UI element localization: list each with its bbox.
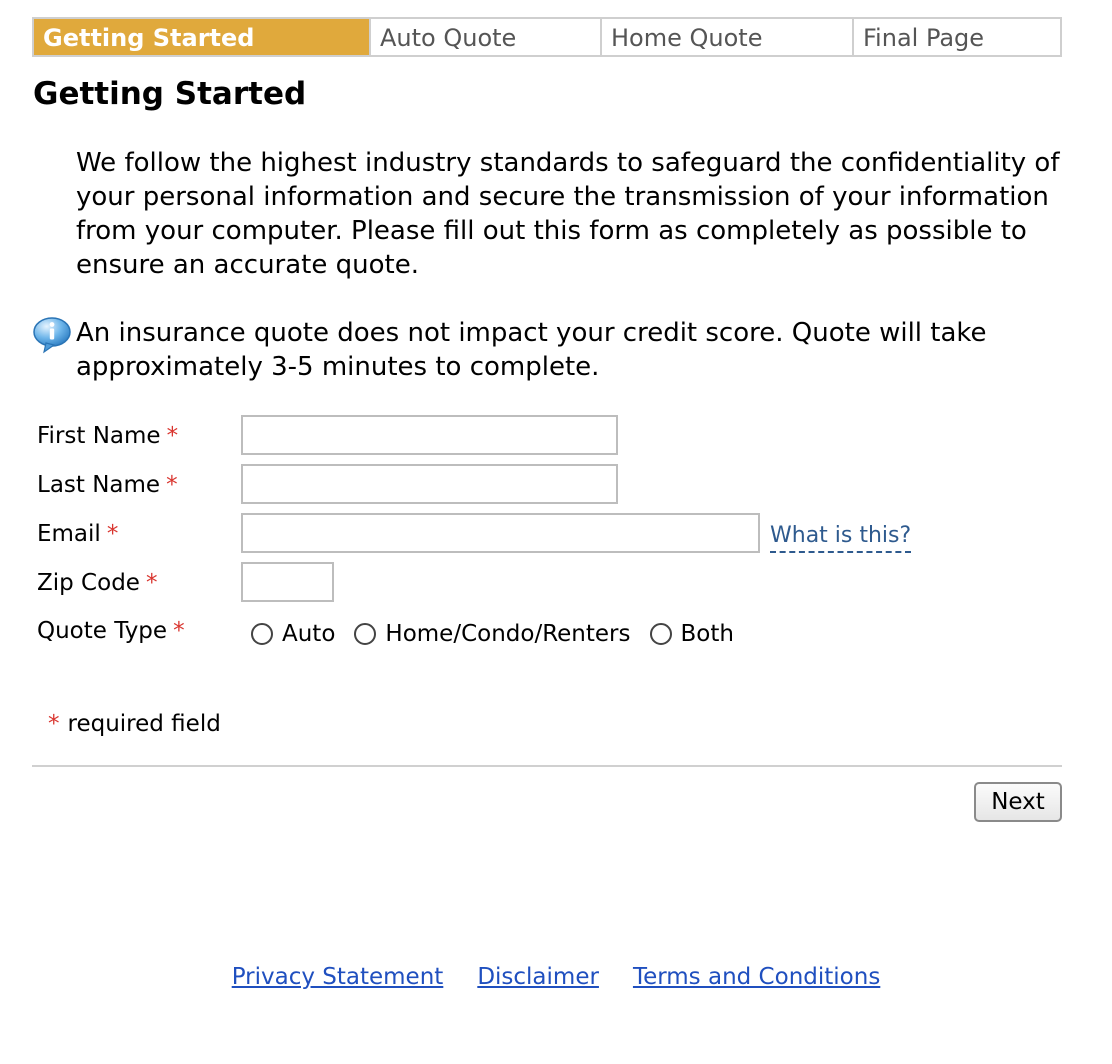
divider: [32, 765, 1062, 767]
required-asterisk: *: [145, 570, 158, 596]
required-field-note: * required field: [48, 711, 221, 737]
zip-code-input[interactable]: [241, 562, 334, 602]
radio-both[interactable]: [649, 623, 672, 645]
page-title: Getting Started: [33, 76, 307, 112]
footer-links: Privacy Statement Disclaimer Terms and C…: [0, 962, 1112, 992]
email-input[interactable]: [241, 513, 760, 553]
tab-final-page[interactable]: Final Page: [852, 19, 1060, 55]
last-name-label: Last Name *: [37, 472, 178, 498]
disclaimer-link[interactable]: Disclaimer: [477, 962, 599, 992]
quote-type-option-home[interactable]: Home/Condo/Renters: [354, 621, 631, 647]
last-name-input[interactable]: [241, 464, 618, 504]
quote-type-label: Quote Type *: [37, 618, 185, 644]
first-name-input[interactable]: [241, 415, 618, 455]
intro-text: We follow the highest industry standards…: [76, 148, 1060, 280]
quote-type-option-auto[interactable]: Auto: [251, 621, 335, 647]
first-name-label: First Name *: [37, 423, 179, 449]
radio-label-auto: Auto: [282, 621, 336, 647]
required-asterisk: *: [166, 472, 178, 498]
radio-label-both: Both: [680, 621, 734, 647]
terms-and-conditions-link[interactable]: Terms and Conditions: [633, 962, 880, 992]
zip-code-label: Zip Code *: [37, 570, 158, 596]
email-label: Email *: [37, 521, 119, 547]
privacy-statement-link[interactable]: Privacy Statement: [232, 962, 444, 992]
credit-score-notice: An insurance quote does not impact your …: [76, 318, 987, 382]
required-asterisk: *: [48, 711, 60, 737]
required-asterisk: *: [166, 423, 179, 449]
email-help-link[interactable]: What is this?: [770, 521, 912, 553]
tab-auto-quote[interactable]: Auto Quote: [369, 19, 600, 55]
radio-label-home: Home/Condo/Renters: [385, 621, 631, 647]
tab-getting-started[interactable]: Getting Started: [34, 19, 369, 55]
radio-auto[interactable]: [251, 623, 273, 645]
next-button[interactable]: Next: [974, 782, 1062, 822]
quote-type-radio-group: Auto Home/Condo/Renters Both: [251, 617, 753, 651]
quote-type-option-both[interactable]: Both: [649, 621, 734, 647]
required-asterisk: *: [106, 521, 119, 547]
tab-home-quote[interactable]: Home Quote: [600, 19, 852, 55]
info-icon: [33, 317, 71, 354]
progress-tabs: Getting Started Auto Quote Home Quote Fi…: [32, 17, 1062, 57]
radio-home-condo-renters[interactable]: [354, 623, 377, 645]
required-asterisk: *: [173, 618, 185, 644]
